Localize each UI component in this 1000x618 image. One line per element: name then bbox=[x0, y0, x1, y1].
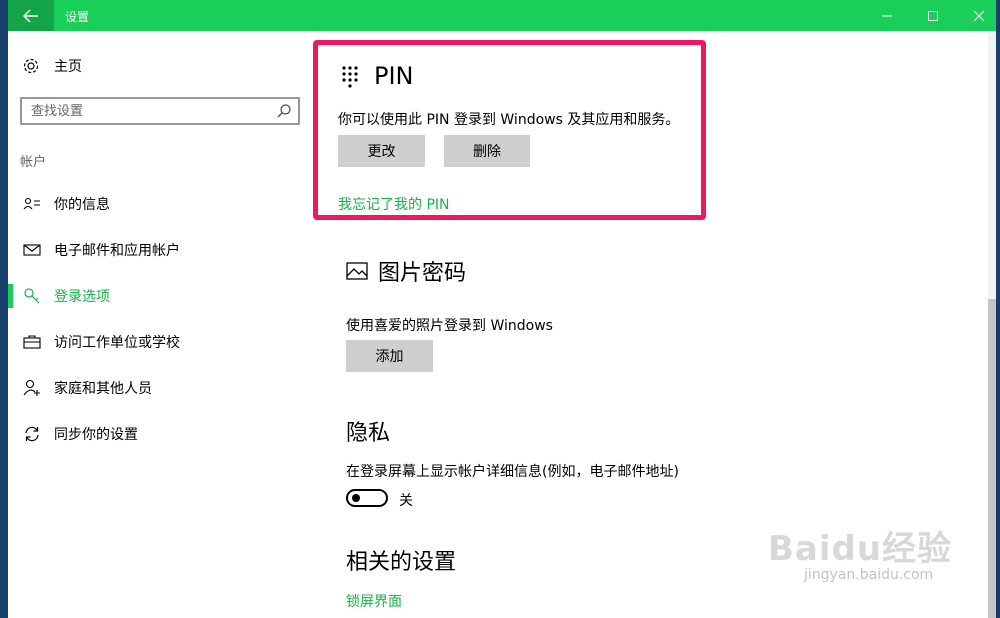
back-button[interactable] bbox=[8, 0, 54, 31]
picture-password-section-title: 图片密码 bbox=[346, 255, 466, 287]
pin-description: 你可以使用此 PIN 登录到 Windows 及其应用和服务。 bbox=[338, 112, 680, 128]
home-link[interactable]: 主页 bbox=[20, 55, 82, 77]
active-indicator bbox=[8, 284, 13, 308]
sidebar-item-work-school[interactable]: 访问工作单位或学校 bbox=[8, 325, 313, 359]
mail-icon bbox=[22, 240, 42, 260]
sidebar-item-label: 访问工作单位或学校 bbox=[54, 335, 180, 351]
gear-icon bbox=[20, 55, 42, 77]
sidebar-item-label: 你的信息 bbox=[54, 197, 110, 213]
sidebar-item-label: 登录选项 bbox=[54, 289, 110, 305]
home-label: 主页 bbox=[54, 59, 82, 75]
sidebar-item-email-accounts[interactable]: 电子邮件和应用帐户 bbox=[8, 233, 313, 267]
close-button[interactable] bbox=[956, 0, 996, 31]
search-input[interactable] bbox=[22, 99, 271, 123]
scrollbar-thumb[interactable] bbox=[988, 299, 996, 618]
change-pin-button[interactable]: 更改 bbox=[338, 135, 425, 167]
picture-password-title: 图片密码 bbox=[378, 261, 467, 286]
settings-window: 设置 主页 帐户 bbox=[8, 0, 996, 618]
toggle-state-label: 关 bbox=[399, 493, 413, 509]
pin-title-text: PIN bbox=[374, 62, 414, 90]
delete-pin-button[interactable]: 删除 bbox=[444, 135, 530, 167]
sidebar-item-your-info[interactable]: 你的信息 bbox=[8, 187, 313, 221]
account-details-toggle[interactable] bbox=[346, 489, 388, 507]
minimize-icon bbox=[882, 15, 892, 16]
toggle-knob bbox=[352, 494, 360, 502]
section-label-accounts: 帐户 bbox=[20, 155, 47, 170]
person-add-icon bbox=[22, 378, 42, 398]
privacy-title: 隐私 bbox=[346, 421, 391, 446]
sidebar-item-label: 同步你的设置 bbox=[54, 427, 138, 443]
person-card-icon bbox=[22, 194, 42, 214]
desktop-edge-right bbox=[996, 0, 1000, 618]
sidebar: 主页 帐户 你的信息 bbox=[8, 31, 313, 618]
search-icon[interactable] bbox=[276, 103, 292, 119]
privacy-description: 在登录屏幕上显示帐户详细信息(例如，电子邮件地址) bbox=[346, 464, 679, 480]
scrollbar[interactable] bbox=[988, 31, 996, 618]
keypad-icon bbox=[342, 66, 358, 88]
lock-screen-link[interactable]: 锁屏界面 bbox=[346, 591, 402, 611]
arrow-left-icon bbox=[23, 8, 38, 23]
picture-password-description: 使用喜爱的照片登录到 Windows bbox=[346, 318, 553, 334]
sidebar-item-sign-in-options[interactable]: 登录选项 bbox=[8, 279, 313, 313]
sidebar-item-label: 电子邮件和应用帐户 bbox=[54, 243, 180, 259]
sidebar-item-sync[interactable]: 同步你的设置 bbox=[8, 417, 313, 451]
picture-icon bbox=[346, 262, 368, 280]
sidebar-item-family[interactable]: 家庭和其他人员 bbox=[8, 371, 313, 405]
pin-section-title: PIN bbox=[340, 62, 414, 90]
sync-icon bbox=[22, 424, 42, 444]
sidebar-item-label: 家庭和其他人员 bbox=[54, 381, 152, 397]
close-icon bbox=[973, 10, 985, 21]
related-settings-title: 相关的设置 bbox=[346, 550, 457, 575]
desktop-edge-left bbox=[0, 0, 8, 618]
title-bar: 设置 bbox=[8, 0, 996, 31]
key-icon bbox=[22, 286, 42, 306]
minimize-button[interactable] bbox=[864, 0, 910, 31]
maximize-icon bbox=[928, 10, 938, 21]
forgot-pin-link[interactable]: 我忘记了我的 PIN bbox=[338, 194, 450, 214]
search-box bbox=[20, 97, 300, 125]
pin-highlight-frame: PIN 你可以使用此 PIN 登录到 Windows 及其应用和服务。 更改 删… bbox=[313, 40, 706, 220]
add-picture-password-button[interactable]: 添加 bbox=[346, 340, 433, 372]
briefcase-icon bbox=[22, 332, 42, 352]
main-content: PIN 你可以使用此 PIN 登录到 Windows 及其应用和服务。 更改 删… bbox=[313, 31, 988, 618]
window-title: 设置 bbox=[65, 10, 90, 24]
maximize-button[interactable] bbox=[910, 0, 956, 31]
